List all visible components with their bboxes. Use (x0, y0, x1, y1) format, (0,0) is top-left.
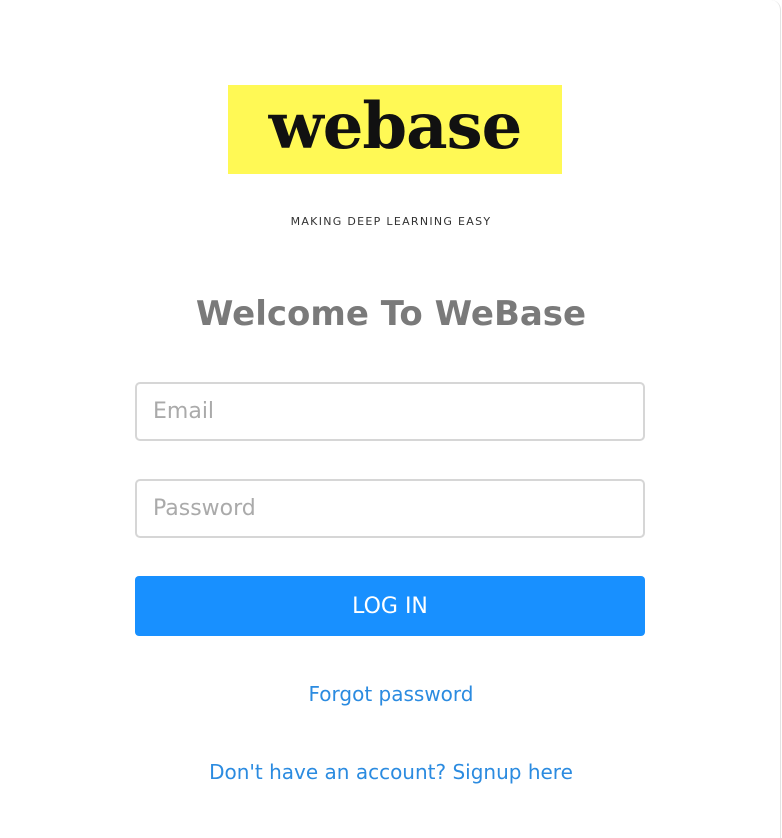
signup-link[interactable]: Don't have an account? Signup here (209, 760, 573, 784)
email-input[interactable] (135, 382, 645, 441)
password-input[interactable] (135, 479, 645, 538)
signup-link-row: Don't have an account? Signup here (0, 760, 782, 784)
login-button[interactable]: LOG IN (135, 576, 645, 636)
logo: webase (228, 85, 562, 174)
forgot-password-link-row: Forgot password (0, 682, 782, 706)
page-title: Welcome To WeBase (195, 294, 587, 334)
forgot-password-link[interactable]: Forgot password (309, 682, 474, 706)
tagline: MAKING DEEP LEARNING EASY (290, 215, 492, 228)
login-card: webase MAKING DEEP LEARNING EASY Welcome… (0, 0, 781, 838)
logo-text: webase (268, 88, 523, 164)
